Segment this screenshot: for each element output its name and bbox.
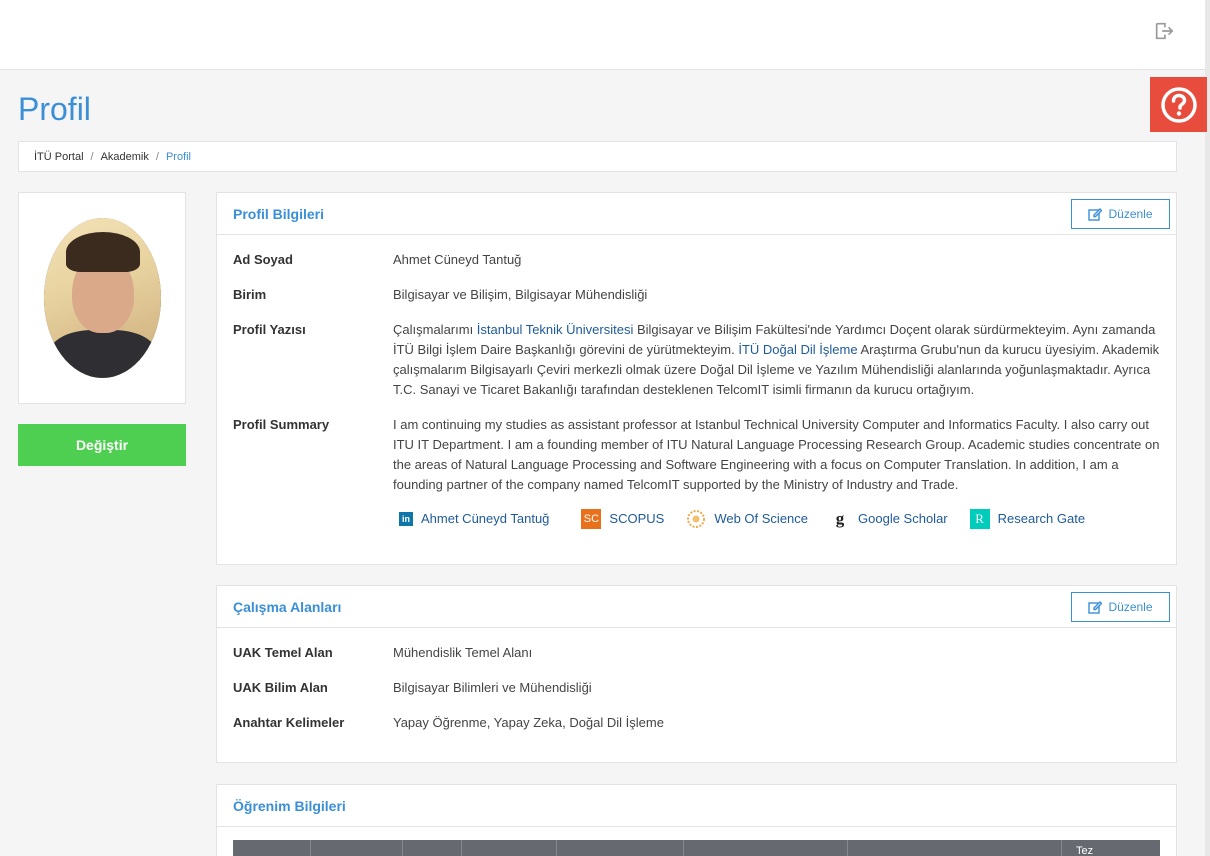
education-card: Öğrenim Bilgileri Tez [216,784,1177,856]
breadcrumb-item-current: Profil [165,150,191,163]
field-value: Yapay Öğrenme, Yapay Zeka, Doğal Dil İşl… [393,715,664,730]
breadcrumb-separator: / [155,150,159,163]
card-title: Profil Bilgileri [233,205,325,222]
question-icon [1160,86,1197,123]
linkedin-icon: in [399,512,413,526]
summary-text: I am continuing my studies as assistant … [393,417,1160,492]
researchgate-icon: R [969,509,990,529]
card-header: Öğrenim Bilgileri [217,785,1176,827]
table-header-cell [233,840,311,856]
edit-profile-button[interactable]: Düzenle [1071,198,1170,229]
row-bio: Profil Yazısı Çalışmalarımı İstanbul Tek… [217,320,1176,400]
table-header-cell [684,840,848,856]
edit-icon [1088,600,1103,614]
card-title: Öğrenim Bilgileri [233,797,346,814]
table-header-cell [311,840,403,856]
breadcrumb: İTÜ Portal / Akademik / Profil [18,141,1177,172]
field-value: I am continuing my studies as assistant … [393,415,1160,529]
scopus-link[interactable]: SC SCOPUS [581,509,664,529]
row-uak-main: UAK Temel Alan Mühendislik Temel Alanı [217,643,1176,663]
google-scholar-icon: g [835,509,845,528]
field-value: Mühendislik Temel Alanı [393,645,533,660]
edit-icon [1088,207,1103,221]
link-label: Google Scholar [858,511,948,526]
card-header: Çalışma Alanları Düzenle [217,586,1176,628]
field-label: UAK Temel Alan [233,645,333,660]
card-title: Çalışma Alanları [233,598,342,615]
table-header-cell: Tez [1076,845,1094,856]
field-label: Profil Summary [233,417,330,432]
field-label: Birim [233,287,267,302]
avatar-hair [66,232,140,272]
profile-photo-box [18,192,186,404]
table-header-cell [403,840,462,856]
work-areas-card: Çalışma Alanları Düzenle UAK Temel Alan … [216,585,1177,763]
field-value: Çalışmalarımı İstanbul Teknik Üniversite… [393,320,1160,400]
nlp-group-link[interactable]: İTÜ Doğal Dil İşleme [738,342,857,357]
researchgate-link[interactable]: R Research Gate [969,509,1086,529]
link-label: Ahmet Cüneyd Tantuğ [421,511,550,526]
external-links: in Ahmet Cüneyd Tantuğ SC SCOPUS Web Of … [393,509,1160,529]
row-name: Ad Soyad Ahmet Cüneyd Tantuğ [217,250,1176,270]
link-label: Research Gate [997,511,1086,526]
web-of-science-icon [687,510,706,528]
avatar-body [49,330,157,378]
education-table-header: Tez [233,840,1160,856]
change-photo-button[interactable]: Değiştir [18,424,186,466]
row-keywords: Anahtar Kelimeler Yapay Öğrenme, Yapay Z… [217,713,1176,733]
field-label: Ad Soyad [233,252,293,267]
field-value: Ahmet Cüneyd Tantuğ [393,252,522,267]
card-header: Profil Bilgileri Düzenle [217,193,1176,235]
edit-label: Düzenle [1108,599,1153,614]
web-of-science-link[interactable]: Web Of Science [686,509,808,529]
help-button[interactable] [1150,77,1207,132]
field-value: Bilgisayar Bilimleri ve Mühendisliği [393,680,592,695]
link-label: SCOPUS [609,511,665,526]
profile-info-card: Profil Bilgileri Düzenle Ad Soyad Ahmet … [216,192,1177,565]
page-title: Profil [18,91,91,127]
breadcrumb-item-akademik[interactable]: Akademik [101,151,149,163]
breadcrumb-separator: / [90,150,94,163]
field-label: Profil Yazısı [233,322,306,337]
link-label: Web Of Science [714,511,809,526]
logout-icon[interactable] [1153,20,1175,42]
linkedin-link[interactable]: in Ahmet Cüneyd Tantuğ [399,509,549,529]
table-header-cell [462,840,557,856]
row-uak-science: UAK Bilim Alan Bilgisayar Bilimleri ve M… [217,678,1176,698]
top-bar [0,0,1205,70]
row-summary: Profil Summary I am continuing my studie… [217,415,1176,529]
edit-label: Düzenle [1108,206,1153,221]
itu-link[interactable]: İstanbul Teknik Üniversitesi [477,322,634,337]
field-label: Anahtar Kelimeler [233,715,345,730]
google-scholar-link[interactable]: g Google Scholar [830,509,948,529]
table-header-cell [557,840,684,856]
breadcrumb-item-portal[interactable]: İTÜ Portal [34,151,84,163]
scopus-icon: SC [581,509,602,529]
field-value: Bilgisayar ve Bilişim, Bilgisayar Mühend… [393,287,648,302]
avatar [44,218,161,378]
edit-work-areas-button[interactable]: Düzenle [1071,591,1170,622]
bio-text: Çalışmalarımı [393,322,477,337]
row-unit: Birim Bilgisayar ve Bilişim, Bilgisayar … [217,285,1176,305]
field-label: UAK Bilim Alan [233,680,328,695]
table-header-cell [848,840,1062,856]
